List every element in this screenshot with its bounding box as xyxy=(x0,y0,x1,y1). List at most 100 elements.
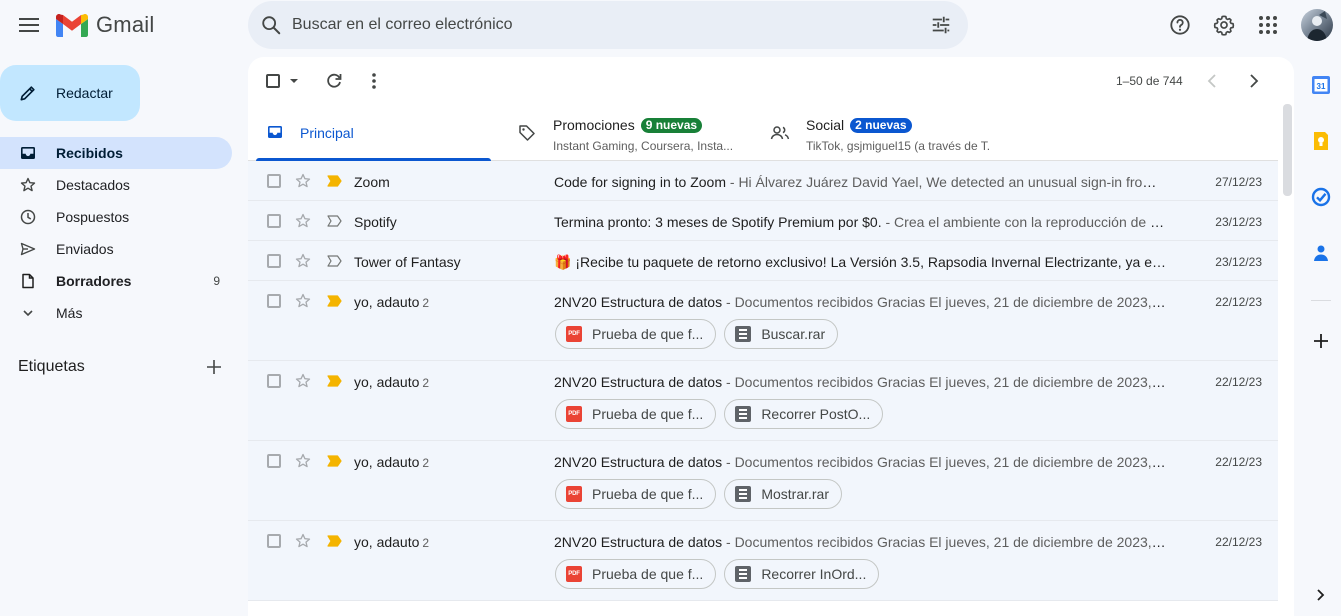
sidebar-item-snoozed[interactable]: Pospuestos xyxy=(0,201,232,233)
main-menu-button[interactable] xyxy=(12,8,46,42)
email-row[interactable]: yo, adauto 2 2NV20 Estructura de datos - D… xyxy=(248,521,1278,601)
attachment-chips: PDF Prueba de que f... Buscar.rar xyxy=(555,319,846,349)
email-row[interactable]: Zoom Code for signing in to Zoom - Hi Álv… xyxy=(248,161,1278,201)
attachment-chip[interactable]: PDF Prueba de que f... xyxy=(555,319,717,349)
settings-button[interactable] xyxy=(1207,8,1241,42)
compose-button[interactable]: Redactar xyxy=(0,65,140,121)
email-sender: Spotify xyxy=(354,214,400,230)
email-checkbox[interactable] xyxy=(267,254,281,268)
important-marker-icon[interactable] xyxy=(327,255,342,267)
more-vert-icon[interactable] xyxy=(366,71,382,91)
star-icon[interactable] xyxy=(295,253,311,269)
tasks-icon[interactable] xyxy=(1311,187,1331,207)
add-label-icon[interactable] xyxy=(206,359,222,375)
attachment-chip[interactable]: PDF Prueba de que f... xyxy=(555,559,717,589)
email-summary: 2NV20 Estructura de datos - Documentos r… xyxy=(554,534,1166,550)
star-icon[interactable] xyxy=(295,293,311,309)
email-summary: Code for signing in to Zoom - Hi Álvarez… xyxy=(554,174,1166,190)
sidebar-item-more[interactable]: Más xyxy=(0,297,232,329)
email-checkbox[interactable] xyxy=(267,534,281,548)
tag-icon xyxy=(519,125,535,141)
sidebar-item-starred[interactable]: Destacados xyxy=(0,169,232,201)
search-input[interactable] xyxy=(292,13,892,37)
top-bar: Gmail xyxy=(0,0,1341,52)
hamburger-icon xyxy=(19,18,39,32)
attachment-chip[interactable]: Recorrer PostO... xyxy=(724,399,884,429)
clock-icon xyxy=(20,209,36,225)
sidebar-item-inbox[interactable]: Recibidos xyxy=(0,137,232,169)
important-marker-icon[interactable] xyxy=(327,175,342,187)
gmail-m-icon xyxy=(56,13,88,37)
sender-name: Spotify xyxy=(354,214,397,230)
email-checkbox[interactable] xyxy=(267,174,281,188)
important-marker-icon[interactable] xyxy=(327,295,342,307)
attachment-chip[interactable]: PDF Prueba de que f... xyxy=(555,399,717,429)
email-row[interactable]: Spotify Termina pronto: 3 meses de Spotif… xyxy=(248,201,1278,241)
attachment-name: Recorrer InOrd... xyxy=(761,566,867,582)
email-row[interactable]: yo, adauto 2 2NV20 Estructura de datos - D… xyxy=(248,441,1278,521)
email-row[interactable]: yo, adauto 2 2NV20 Estructura de datos - D… xyxy=(248,281,1278,361)
star-icon[interactable] xyxy=(295,213,311,229)
calendar-icon[interactable]: 31 xyxy=(1311,75,1331,95)
next-page-icon[interactable] xyxy=(1244,72,1262,90)
email-subject: Termina pronto: 3 meses de Spotify Premi… xyxy=(554,214,882,230)
email-sender: yo, adauto 2 xyxy=(354,454,429,470)
previous-page-icon[interactable] xyxy=(1204,72,1222,90)
important-marker-icon[interactable] xyxy=(327,215,342,227)
pdf-file-icon: PDF xyxy=(566,406,582,422)
search-icon[interactable] xyxy=(260,14,282,36)
star-icon[interactable] xyxy=(295,173,311,189)
keep-icon[interactable] xyxy=(1311,131,1331,151)
sidebar-item-drafts[interactable]: Borradores 9 xyxy=(0,265,232,297)
tab-promotions[interactable]: Promociones 9 nuevas Instant Gaming, Cou… xyxy=(511,105,751,161)
thread-count: 2 xyxy=(422,376,430,390)
scrollbar-thumb[interactable] xyxy=(1283,104,1292,196)
select-caret-icon[interactable] xyxy=(289,78,299,84)
email-checkbox[interactable] xyxy=(267,374,281,388)
gmail-logo[interactable]: Gmail xyxy=(56,12,154,38)
attachment-chip[interactable]: Recorrer InOrd... xyxy=(724,559,880,589)
tab-primary[interactable]: Principal xyxy=(248,105,491,161)
important-marker-icon[interactable] xyxy=(327,455,342,467)
star-icon[interactable] xyxy=(295,453,311,469)
account-avatar[interactable] xyxy=(1301,9,1333,41)
show-side-panel-icon[interactable] xyxy=(1315,588,1327,602)
email-row[interactable]: Tower of Fantasy 🎁 ¡Recibe tu paquete de … xyxy=(248,241,1278,281)
attachment-name: Prueba de que f... xyxy=(592,486,704,502)
sidebar-item-label: Borradores xyxy=(56,273,132,289)
star-icon[interactable] xyxy=(295,373,311,389)
email-checkbox[interactable] xyxy=(267,454,281,468)
sender-name: yo, adauto xyxy=(354,374,420,390)
email-sender: Zoom xyxy=(354,174,393,190)
attachment-chip[interactable]: PDF Prueba de que f... xyxy=(555,479,717,509)
email-checkbox[interactable] xyxy=(267,294,281,308)
calendar-day: 31 xyxy=(1317,82,1326,91)
email-row[interactable]: yo, adauto 2 2NV20 Estructura de datos - D… xyxy=(248,361,1278,441)
important-marker-icon[interactable] xyxy=(327,535,342,547)
sidebar-item-sent[interactable]: Enviados xyxy=(0,233,232,265)
email-subject: Code for signing in to Zoom xyxy=(554,174,726,190)
refresh-icon[interactable] xyxy=(324,71,344,91)
email-date: 23/12/23 xyxy=(1215,215,1262,229)
attachment-chip[interactable]: Buscar.rar xyxy=(724,319,839,349)
attachment-chip[interactable]: Mostrar.rar xyxy=(724,479,842,509)
apps-button[interactable] xyxy=(1251,8,1285,42)
email-date: 27/12/23 xyxy=(1215,175,1262,189)
tab-senders: Instant Gaming, Coursera, Insta... xyxy=(553,139,734,153)
gear-icon xyxy=(1213,15,1235,36)
archive-file-icon xyxy=(735,486,752,502)
avatar-image-icon xyxy=(1307,11,1327,41)
email-date: 22/12/23 xyxy=(1215,295,1262,309)
add-icon[interactable] xyxy=(1312,332,1330,350)
email-subject: 2NV20 Estructura de datos xyxy=(554,374,723,390)
contacts-icon[interactable] xyxy=(1311,243,1331,263)
important-marker-icon[interactable] xyxy=(327,375,342,387)
mail-list-panel: 1–50 de 744 Principal Promociones 9 nuev… xyxy=(248,57,1294,616)
search-options-icon[interactable] xyxy=(930,14,952,36)
tab-label: Principal xyxy=(300,125,354,141)
email-checkbox[interactable] xyxy=(267,214,281,228)
help-button[interactable] xyxy=(1163,8,1197,42)
star-icon[interactable] xyxy=(295,533,311,549)
tab-social[interactable]: Social 2 nuevas TikTok, gsjmiguel15 (a t… xyxy=(764,105,1024,161)
select-all-checkbox[interactable] xyxy=(266,74,280,88)
